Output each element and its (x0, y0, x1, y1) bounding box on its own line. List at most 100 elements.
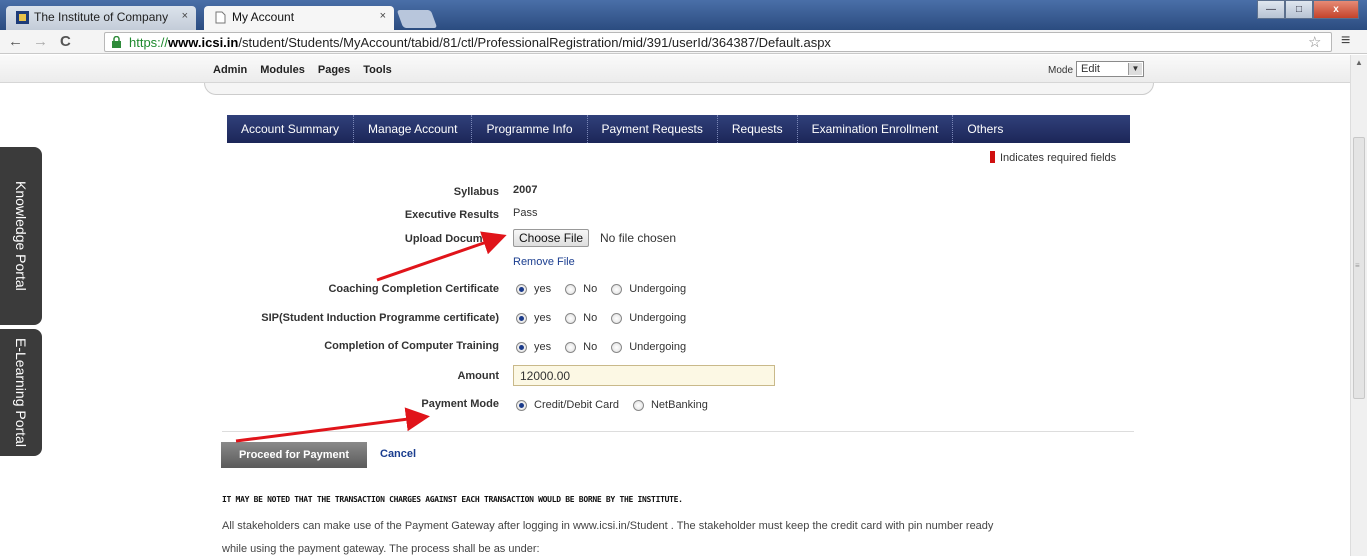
url-domain: www.icsi.in (168, 35, 239, 50)
maximize-button[interactable]: □ (1285, 0, 1313, 19)
mode-value: Edit (1081, 63, 1100, 75)
remove-file-link[interactable]: Remove File (513, 256, 575, 268)
nav-programme-info[interactable]: Programme Info (472, 115, 588, 143)
icsi-favicon-icon (16, 11, 29, 24)
cancel-link[interactable]: Cancel (380, 448, 416, 460)
sip-radio-group: yes No Undergoing (516, 312, 700, 324)
admin-menu-admin[interactable]: Admin (213, 64, 247, 76)
option-label: Undergoing (629, 283, 687, 295)
window-controls: — □ x (1257, 0, 1359, 20)
minimize-button[interactable]: — (1257, 0, 1285, 19)
executive-results-value: Pass (513, 207, 538, 219)
admin-menu-modules[interactable]: Modules (260, 64, 305, 76)
url-path: /student/Students/MyAccount/tabid/81/ctl… (238, 35, 831, 50)
page-icon (215, 11, 226, 24)
admin-menu-tools[interactable]: Tools (363, 64, 392, 76)
option-label: NetBanking (650, 399, 708, 411)
mode-select[interactable]: Edit ▼ (1076, 61, 1144, 77)
payment-mode-label: Payment Mode (421, 398, 499, 410)
nav-examination-enrollment[interactable]: Examination Enrollment (798, 115, 954, 143)
tab-icsi[interactable]: The Institute of Company × (6, 6, 196, 30)
breadcrumb-frame (204, 83, 1154, 95)
url-scheme: https:// (129, 35, 169, 50)
address-bar[interactable]: https://www.icsi.in/student/Students/MyA… (104, 32, 1332, 52)
coaching-no-radio[interactable] (565, 283, 577, 295)
upload-document-label: Upload Document (404, 233, 499, 245)
option-label: No (583, 283, 598, 295)
nav-account-summary[interactable]: Account Summary (227, 115, 355, 143)
reload-button[interactable]: C (60, 33, 71, 50)
amount-label: Amount (457, 370, 499, 382)
dropdown-arrow-icon: ▼ (1128, 63, 1142, 75)
computer-training-undergoing-radio[interactable] (611, 341, 623, 353)
nav-manage-account[interactable]: Manage Account (354, 115, 473, 143)
computer-training-radio-group: yes No Undergoing (516, 341, 700, 353)
bookmark-star-icon[interactable]: ☆ (1308, 33, 1321, 51)
lock-icon (112, 36, 121, 48)
amount-field[interactable]: 12000.00 (513, 365, 775, 386)
page-content: Admin Modules Pages Tools Mode Edit ▼ Ac… (0, 55, 1350, 556)
sip-label: SIP(Student Induction Programme certific… (261, 312, 499, 324)
nav-payment-requests[interactable]: Payment Requests (588, 115, 718, 143)
option-label: No (583, 312, 598, 324)
option-label: yes (534, 283, 552, 295)
coaching-radio-group: yes No Undergoing (516, 283, 700, 295)
option-label: Undergoing (629, 312, 687, 324)
option-label: yes (534, 341, 552, 353)
knowledge-portal-tab[interactable]: Knowledge Portal (0, 147, 42, 325)
computer-training-label: Completion of Computer Training (324, 340, 499, 352)
sip-no-radio[interactable] (565, 312, 577, 324)
nav-requests[interactable]: Requests (718, 115, 798, 143)
syllabus-label: Syllabus (453, 186, 499, 198)
choose-file-button[interactable]: Choose File (513, 229, 590, 247)
browser-menu-icon[interactable]: ≡ (1341, 32, 1350, 50)
coaching-label: Coaching Completion Certificate (328, 283, 499, 295)
vertical-scrollbar[interactable]: ▲ ≡ (1350, 55, 1367, 556)
admin-menu-pages[interactable]: Pages (318, 64, 350, 76)
form-divider (222, 431, 1134, 432)
required-marker-icon (990, 151, 995, 163)
syllabus-value: 2007 (513, 184, 538, 196)
e-learning-portal-tab[interactable]: E-Learning Portal (0, 329, 42, 456)
admin-bar: Admin Modules Pages Tools Mode Edit ▼ (0, 55, 1350, 83)
required-note-text: Indicates required fields (1000, 152, 1117, 164)
forward-button[interactable]: → (33, 33, 48, 50)
main-nav: Account Summary Manage Account Programme… (227, 115, 1130, 143)
option-label: Credit/Debit Card (534, 399, 619, 411)
sip-yes-radio[interactable] (516, 312, 527, 324)
annotation-arrow-payment (235, 407, 430, 443)
browser-toolbar: ← → C https://www.icsi.in/student/Studen… (0, 30, 1367, 54)
computer-training-no-radio[interactable] (565, 341, 577, 353)
close-window-button[interactable]: x (1313, 0, 1359, 19)
grip-icon: ≡ (1355, 261, 1360, 270)
executive-results-label: Executive Results (404, 209, 499, 221)
computer-training-yes-radio[interactable] (516, 341, 527, 353)
required-fields-note: Indicates required fields (990, 151, 1116, 164)
browser-titlebar: The Institute of Company × My Account × … (0, 0, 1367, 30)
payment-mode-radio-group: Credit/Debit Card NetBanking (516, 399, 722, 411)
netbanking-radio[interactable] (632, 399, 644, 411)
tab-title: My Account (232, 10, 295, 24)
admin-menu: Admin Modules Pages Tools (213, 64, 392, 76)
option-label: Undergoing (629, 341, 687, 353)
new-tab-button[interactable] (396, 10, 438, 28)
credit-debit-card-radio[interactable] (516, 399, 527, 411)
sip-undergoing-radio[interactable] (611, 312, 623, 324)
paragraph-line-2: while using the payment gateway. The pro… (222, 543, 540, 555)
paragraph-line-1: All stakeholders can make use of the Pay… (222, 520, 994, 532)
e-learning-portal-label: E-Learning Portal (13, 338, 29, 447)
tab-my-account[interactable]: My Account × (204, 6, 394, 30)
proceed-for-payment-button[interactable]: Proceed for Payment (221, 442, 367, 468)
nav-others[interactable]: Others (953, 115, 1017, 143)
transaction-charges-notice: IT MAY BE NOTED THAT THE TRANSACTION CHA… (222, 495, 683, 504)
back-button[interactable]: ← (8, 33, 23, 50)
option-label: yes (534, 312, 552, 324)
option-label: No (583, 341, 598, 353)
file-status: No file chosen (600, 231, 677, 245)
close-tab-icon[interactable]: × (182, 10, 188, 22)
coaching-yes-radio[interactable] (516, 283, 527, 295)
coaching-undergoing-radio[interactable] (611, 283, 623, 295)
mode-label: Mode (1048, 65, 1074, 76)
close-tab-icon[interactable]: × (380, 10, 386, 22)
scroll-up-icon[interactable]: ▲ (1355, 58, 1363, 67)
